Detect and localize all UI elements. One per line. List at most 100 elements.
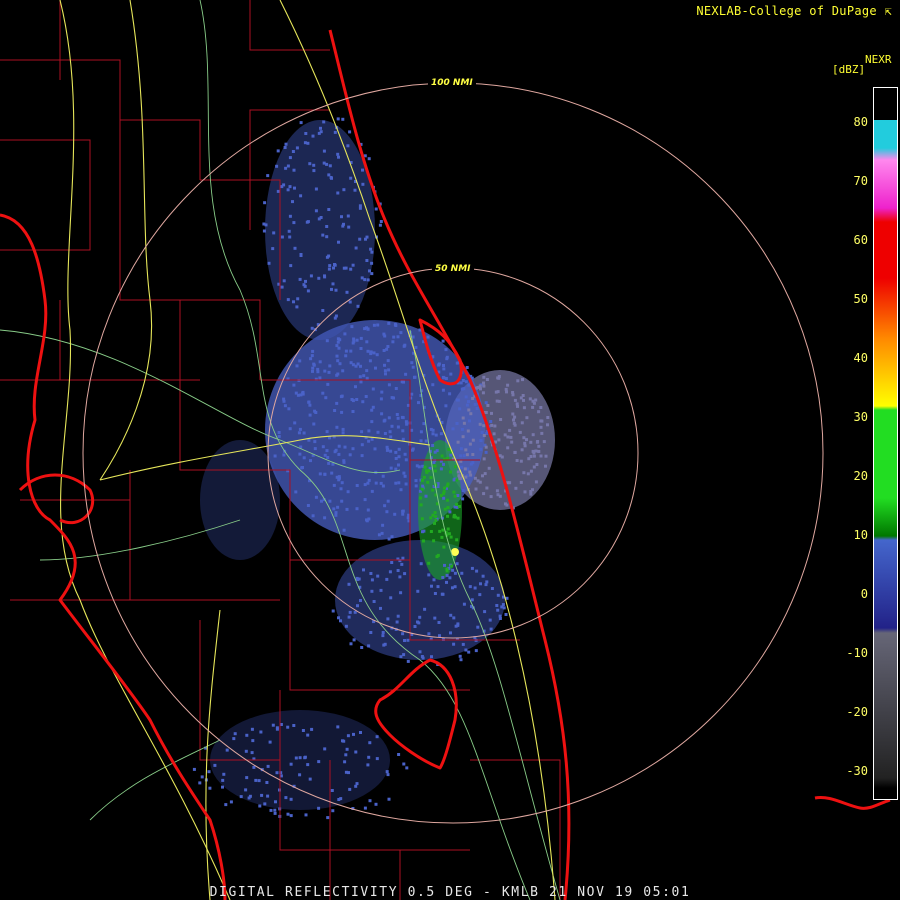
echo-pixel bbox=[531, 433, 535, 437]
echo-pixel bbox=[298, 277, 302, 281]
echo-pixel bbox=[286, 725, 290, 729]
echo-pixel bbox=[423, 607, 427, 611]
echo-pixel bbox=[367, 478, 371, 482]
echo-pixel bbox=[443, 507, 447, 511]
echo-pixel bbox=[292, 168, 296, 172]
echo-pixel bbox=[309, 357, 313, 361]
echo-pixel bbox=[192, 767, 196, 771]
echo-pixel bbox=[325, 430, 329, 434]
echo-pixel bbox=[537, 450, 541, 453]
echo-pixel bbox=[446, 514, 449, 518]
echo-pixel bbox=[482, 492, 486, 496]
echo-pixel bbox=[387, 368, 391, 372]
echo-pixel bbox=[366, 481, 370, 485]
echo-pixel bbox=[460, 427, 464, 431]
echo-pixel bbox=[479, 439, 483, 442]
echo-pixel bbox=[487, 466, 491, 470]
echo-pixel bbox=[379, 397, 383, 401]
echo-pixel bbox=[268, 740, 272, 744]
echo-pixel bbox=[445, 355, 449, 359]
echo-pixel bbox=[464, 475, 468, 479]
echo-pixel bbox=[260, 793, 264, 797]
echo-pixel bbox=[280, 285, 284, 289]
dbz-tick-60: 60 bbox=[853, 233, 868, 247]
echo-pixel bbox=[497, 399, 501, 403]
echo-pixel bbox=[463, 467, 467, 471]
echo-pixel bbox=[292, 383, 296, 387]
echo-pixel bbox=[492, 432, 496, 436]
echo-pixel bbox=[374, 481, 378, 485]
echo-pixel bbox=[369, 247, 373, 251]
echo-pixel bbox=[282, 279, 286, 283]
range-ring-label-100: 100 NMI bbox=[431, 78, 473, 88]
echo-pixel bbox=[264, 223, 268, 227]
echo-pixel bbox=[351, 263, 355, 267]
echo-pixel bbox=[467, 400, 470, 404]
echo-pixel bbox=[356, 304, 360, 308]
echo-pixel bbox=[434, 515, 438, 519]
echo-pixel bbox=[410, 428, 414, 432]
echo-pixel bbox=[399, 655, 403, 659]
echo-pixel bbox=[532, 454, 536, 458]
echo-pixel bbox=[417, 465, 421, 469]
echo-pixel bbox=[342, 528, 346, 532]
echo-pixel bbox=[372, 323, 376, 327]
echo-pixel bbox=[324, 396, 328, 400]
echo-pixel bbox=[455, 422, 459, 425]
credit-label[interactable]: NEXLAB-College of DuPage ⇱ bbox=[696, 4, 892, 18]
echo-pixel bbox=[336, 337, 340, 341]
echo-pixel bbox=[403, 474, 407, 478]
echo-pixel bbox=[513, 398, 517, 402]
echo-pixel bbox=[429, 530, 433, 533]
echo-pixel bbox=[372, 600, 376, 603]
echo-pixel bbox=[459, 381, 463, 385]
echo-pixel bbox=[464, 395, 468, 399]
echo-pixel bbox=[419, 562, 423, 566]
echo-pixel bbox=[385, 347, 389, 351]
echo-pixel bbox=[336, 359, 340, 363]
echo-pixel bbox=[317, 276, 321, 280]
echo-pixel bbox=[403, 639, 406, 642]
echo-pixel bbox=[367, 157, 371, 161]
echo-pixel bbox=[364, 237, 367, 241]
echo-pixel bbox=[321, 445, 325, 449]
echo-pixel bbox=[307, 400, 311, 404]
echo-pixel bbox=[532, 401, 536, 405]
echo-pixel bbox=[484, 450, 488, 454]
echo-pixel bbox=[521, 378, 524, 382]
echo-pixel bbox=[361, 400, 365, 404]
echo-pixel bbox=[221, 778, 225, 782]
echo-pixel bbox=[296, 297, 300, 301]
echo-pixel bbox=[381, 631, 385, 634]
echo-pixel bbox=[468, 585, 472, 589]
echo-pixel bbox=[366, 278, 370, 282]
echo-pixel bbox=[313, 440, 317, 444]
echo-pixel bbox=[321, 233, 325, 237]
echo-pixel bbox=[414, 479, 418, 483]
echo-pixel bbox=[529, 490, 533, 493]
echo-pixel bbox=[441, 576, 445, 579]
echo-pixel bbox=[282, 453, 286, 457]
echo-pixel bbox=[287, 407, 291, 411]
echo-pixel bbox=[361, 182, 365, 186]
echo-pixel bbox=[511, 391, 515, 394]
echo-pixel bbox=[420, 517, 424, 521]
echo-pixel bbox=[250, 727, 254, 731]
echo-pixel bbox=[303, 756, 307, 760]
echo-pixel bbox=[455, 502, 459, 506]
echo-pixel bbox=[446, 506, 450, 510]
echo-pixel bbox=[383, 504, 387, 508]
echo-pixel bbox=[433, 521, 436, 525]
echo-pixel bbox=[399, 591, 403, 595]
echo-pixel bbox=[529, 455, 533, 458]
echo-pixel bbox=[413, 625, 417, 628]
echo-pixel bbox=[321, 391, 325, 395]
echo-pixel bbox=[496, 608, 500, 612]
echo-pixel bbox=[383, 363, 386, 367]
echo-pixel bbox=[340, 394, 344, 398]
echo-pixel bbox=[433, 616, 437, 620]
echo-pixel bbox=[433, 511, 437, 515]
echo-pixel bbox=[378, 223, 382, 227]
echo-pixel bbox=[461, 435, 465, 439]
echo-pixel bbox=[345, 747, 349, 751]
